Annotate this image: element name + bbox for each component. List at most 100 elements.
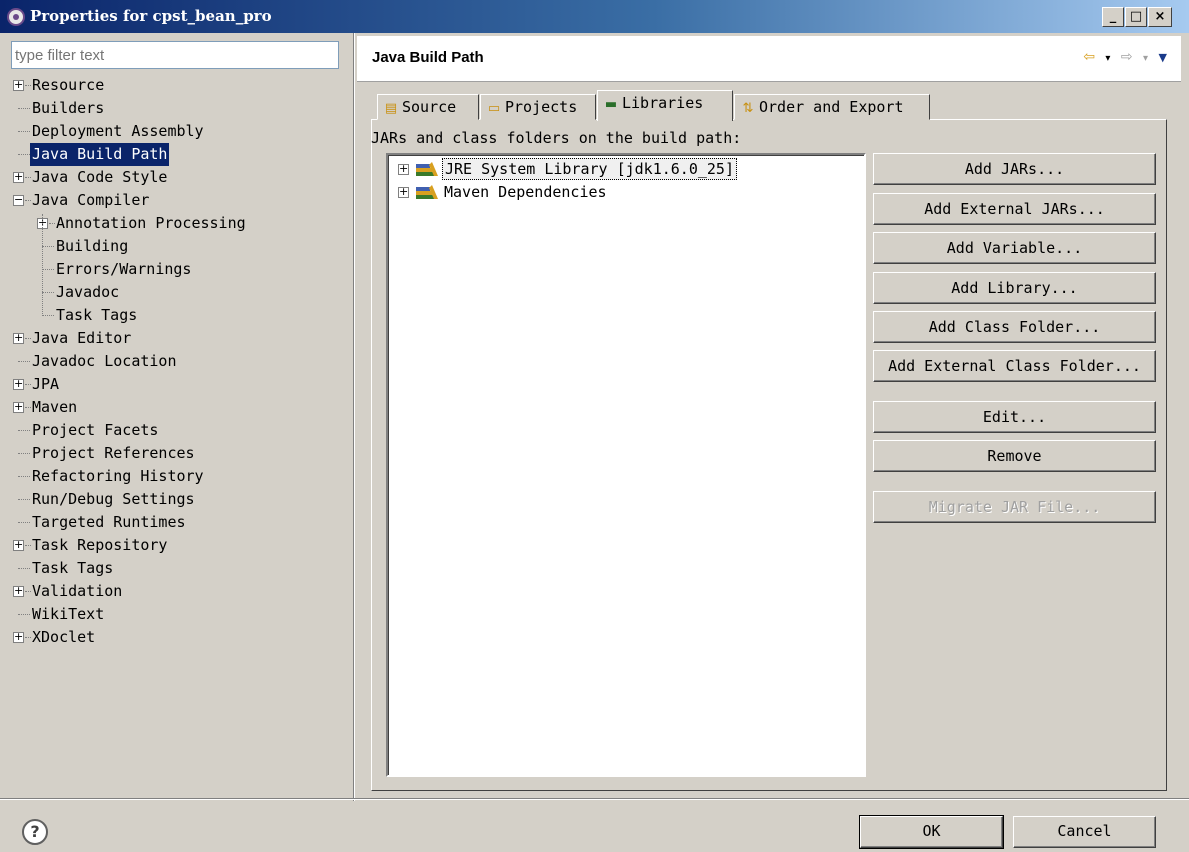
eclipse-gear-icon bbox=[7, 8, 25, 26]
forward-menu-icon[interactable]: ▾ bbox=[1143, 53, 1148, 64]
tree-item-label: Run/Debug Settings bbox=[32, 490, 195, 508]
library-item[interactable]: + JRE System Library [jdk1.6.0_25] bbox=[398, 158, 838, 180]
tab-label: Order and Export bbox=[759, 98, 904, 116]
tree-item-label: JPA bbox=[32, 375, 60, 393]
tree-item[interactable]: Errors/Warnings bbox=[11, 258, 351, 281]
tree-connector bbox=[18, 108, 30, 109]
title-bar[interactable]: Properties for cpst_bean_pro _ □ × bbox=[0, 0, 1189, 33]
tree-item-label: Refactoring History bbox=[32, 467, 204, 485]
tree-item[interactable]: Javadoc bbox=[11, 281, 351, 304]
maximize-button[interactable]: □ bbox=[1125, 7, 1147, 27]
tree-connector bbox=[42, 214, 43, 316]
library-icon bbox=[416, 162, 438, 176]
pane-splitter[interactable] bbox=[353, 33, 355, 801]
tree-item-label: Deployment Assembly bbox=[32, 122, 204, 140]
tree-item-label: Maven bbox=[32, 398, 78, 416]
tree-item[interactable]: + Task Repository bbox=[11, 534, 351, 557]
library-icon bbox=[416, 185, 438, 199]
tab-label: Libraries bbox=[622, 94, 704, 112]
tab-source[interactable]: ▤ Source bbox=[377, 94, 479, 120]
tree-item[interactable]: Project Facets bbox=[11, 419, 351, 442]
forward-arrow-icon[interactable]: ⇨ bbox=[1121, 49, 1133, 65]
tree-item[interactable]: Deployment Assembly bbox=[11, 120, 351, 143]
tree-item-label: WikiText bbox=[32, 605, 105, 623]
tree-item-label: Java Compiler bbox=[32, 191, 150, 209]
expand-icon[interactable]: + bbox=[13, 79, 24, 91]
back-menu-icon[interactable]: ▾ bbox=[1105, 53, 1110, 64]
tree-connector bbox=[18, 361, 30, 362]
tree-item[interactable]: Run/Debug Settings bbox=[11, 488, 351, 511]
tree-item[interactable]: + Resource bbox=[11, 74, 351, 97]
tree-item[interactable]: Refactoring History bbox=[11, 465, 351, 488]
tree-connector bbox=[18, 476, 30, 477]
expand-icon[interactable]: + bbox=[398, 186, 409, 198]
source-folder-icon: ▤ bbox=[384, 101, 398, 116]
minimize-button[interactable]: _ bbox=[1102, 7, 1124, 27]
expand-icon[interactable]: + bbox=[13, 171, 24, 183]
tree-connector bbox=[18, 453, 30, 454]
add-class-folder-button[interactable]: Add Class Folder... bbox=[873, 311, 1156, 343]
tab-libraries[interactable]: ▬ Libraries bbox=[597, 90, 733, 121]
expand-icon[interactable]: + bbox=[398, 163, 409, 175]
edit-button[interactable]: Edit... bbox=[873, 401, 1156, 433]
tab-label: Projects bbox=[505, 98, 578, 116]
close-button[interactable]: × bbox=[1148, 7, 1172, 27]
tab-order-and-export[interactable]: ⇅ Order and Export bbox=[734, 94, 930, 120]
tree-item[interactable]: Task Tags bbox=[11, 557, 351, 580]
tree-item[interactable]: Project References bbox=[11, 442, 351, 465]
tree-item[interactable]: Javadoc Location bbox=[11, 350, 351, 373]
expand-icon[interactable]: + bbox=[13, 401, 24, 413]
tree-item[interactable]: + Annotation Processing bbox=[11, 212, 351, 235]
tree-item-label: XDoclet bbox=[32, 628, 96, 646]
add-external-class-folder-button[interactable]: Add External Class Folder... bbox=[873, 350, 1156, 382]
add-jars-button[interactable]: Add JARs... bbox=[873, 153, 1156, 185]
tab-projects[interactable]: ▭ Projects bbox=[480, 94, 596, 120]
expand-icon[interactable]: + bbox=[13, 539, 24, 551]
remove-button[interactable]: Remove bbox=[873, 440, 1156, 472]
filter-input[interactable] bbox=[11, 41, 339, 69]
tree-item[interactable]: Builders bbox=[11, 97, 351, 120]
tree-item[interactable]: + XDoclet bbox=[11, 626, 351, 649]
tree-item[interactable]: + Java Editor bbox=[11, 327, 351, 350]
tree-item[interactable]: WikiText bbox=[11, 603, 351, 626]
help-icon[interactable]: ? bbox=[22, 819, 48, 845]
tree-connector bbox=[18, 568, 30, 569]
tree-connector bbox=[42, 292, 54, 293]
tree-item[interactable]: + Validation bbox=[11, 580, 351, 603]
expand-icon[interactable]: + bbox=[13, 631, 24, 643]
expand-icon[interactable]: + bbox=[13, 332, 24, 344]
tree-item[interactable]: Task Tags bbox=[11, 304, 351, 327]
migrate-jar-file-button: Migrate JAR File... bbox=[873, 491, 1156, 523]
tree-connector bbox=[42, 315, 54, 316]
tree-connector bbox=[18, 430, 30, 431]
add-variable-button[interactable]: Add Variable... bbox=[873, 232, 1156, 264]
page-title: Java Build Path bbox=[372, 49, 484, 66]
libraries-list[interactable]: + JRE System Library [jdk1.6.0_25] + Maven … bbox=[386, 153, 866, 777]
library-item[interactable]: + Maven Dependencies bbox=[398, 181, 838, 203]
tree-item-label: Task Tags bbox=[32, 559, 114, 577]
ok-button[interactable]: OK bbox=[859, 815, 1004, 849]
tree-item-label: Annotation Processing bbox=[56, 214, 246, 232]
tree-item[interactable]: − Java Compiler bbox=[11, 189, 351, 212]
view-menu-icon[interactable]: ▼ bbox=[1159, 51, 1167, 64]
tree-item[interactable]: + Maven bbox=[11, 396, 351, 419]
expand-icon[interactable]: + bbox=[13, 585, 24, 597]
back-arrow-icon[interactable]: ⇦ bbox=[1083, 49, 1095, 65]
tree-item[interactable]: Java Build Path bbox=[11, 143, 351, 166]
property-tree[interactable]: + Resource Builders Deployment Assembly Java… bbox=[11, 74, 351, 794]
tree-item-label: Validation bbox=[32, 582, 123, 600]
tree-item[interactable]: Targeted Runtimes bbox=[11, 511, 351, 534]
tree-connector bbox=[18, 499, 30, 500]
add-library-button[interactable]: Add Library... bbox=[873, 272, 1156, 304]
tree-connector bbox=[42, 246, 54, 247]
tree-item[interactable]: + Java Code Style bbox=[11, 166, 351, 189]
tree-item-label: Project Facets bbox=[32, 421, 159, 439]
tree-item[interactable]: Building bbox=[11, 235, 351, 258]
collapse-icon[interactable]: − bbox=[13, 194, 24, 206]
library-label: JRE System Library [jdk1.6.0_25] bbox=[442, 158, 737, 180]
tree-item-label: Errors/Warnings bbox=[56, 260, 192, 278]
add-external-jars-button[interactable]: Add External JARs... bbox=[873, 193, 1156, 225]
tree-item[interactable]: + JPA bbox=[11, 373, 351, 396]
expand-icon[interactable]: + bbox=[13, 378, 24, 390]
cancel-button[interactable]: Cancel bbox=[1013, 816, 1156, 848]
